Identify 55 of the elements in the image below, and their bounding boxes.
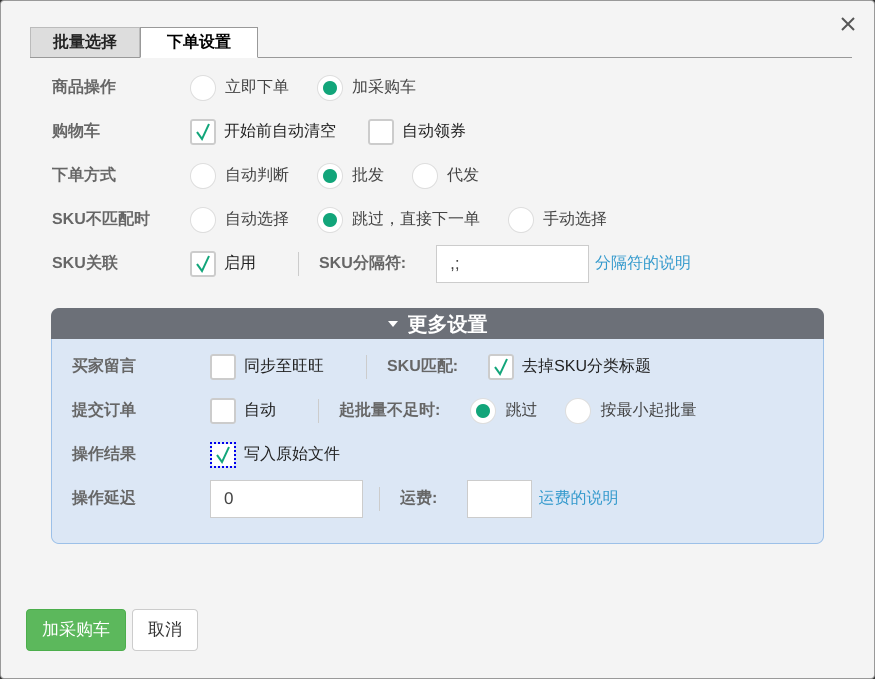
radio-button[interactable] <box>190 163 216 189</box>
row-label: 商品操作 <box>52 77 117 98</box>
radio-button[interactable] <box>317 207 343 233</box>
radio-button[interactable] <box>190 75 216 101</box>
option-label[interactable]: 批发 <box>352 164 384 188</box>
row-label: 操作结果 <box>72 444 137 465</box>
option-label[interactable]: 启用 <box>224 252 256 276</box>
checkbox[interactable] <box>190 251 216 277</box>
option-label[interactable]: 自动选择 <box>225 208 289 232</box>
option-label[interactable]: 去掉SKU分类标题 <box>522 355 652 379</box>
row-label: 操作延迟 <box>72 488 137 509</box>
radio-button[interactable] <box>317 163 343 189</box>
option-label[interactable]: 立即下单 <box>225 76 289 100</box>
row-label: 买家留言 <box>72 356 137 377</box>
caret-icon <box>388 320 398 326</box>
option-label[interactable]: 同步至旺旺 <box>244 355 324 379</box>
radio-button[interactable] <box>317 75 343 101</box>
row-label: 下单方式 <box>52 165 117 186</box>
option-label[interactable]: 跳过 <box>505 399 538 423</box>
radio-button[interactable] <box>190 207 216 233</box>
row-label: SKU不匹配时 <box>52 210 151 230</box>
checkbox[interactable] <box>488 354 514 380</box>
cancel-button[interactable]: 取消 <box>132 609 198 651</box>
tab[interactable]: 批量选择 <box>30 27 140 57</box>
option-label[interactable]: 跳过，直接下一单 <box>352 208 480 232</box>
input-field[interactable] <box>467 480 532 518</box>
option-label[interactable]: 手动选择 <box>543 208 607 232</box>
option-label[interactable]: 写入原始文件 <box>244 443 340 467</box>
field-label: 运费: <box>400 488 438 509</box>
section-header[interactable]: 更多设置 <box>51 308 824 339</box>
radio-button[interactable] <box>565 398 592 424</box>
field-label: SKU分隔符: <box>319 254 406 274</box>
option-label[interactable]: 加采购车 <box>352 76 416 100</box>
option-label[interactable]: 开始前自动清空 <box>224 120 336 144</box>
option-label[interactable]: 自动领券 <box>402 120 466 144</box>
row-label: SKU关联 <box>52 253 119 274</box>
radio-button[interactable] <box>508 207 534 233</box>
input-field[interactable]: 0 <box>210 480 363 518</box>
option-label[interactable]: 代发 <box>447 164 479 188</box>
option-label[interactable]: 自动 <box>244 399 276 423</box>
checkbox[interactable] <box>210 354 236 380</box>
row-label: 购物车 <box>52 121 101 142</box>
checkbox[interactable] <box>210 398 236 424</box>
input-field[interactable]: ,; <box>436 245 590 283</box>
field-label: SKU匹配: <box>387 357 458 377</box>
option-label[interactable]: 按最小起批量 <box>600 399 696 423</box>
checkbox[interactable] <box>190 119 216 145</box>
tab[interactable]: 下单设置 <box>140 27 258 58</box>
radio-button[interactable] <box>412 163 438 189</box>
radio-button[interactable] <box>470 398 496 424</box>
checkbox[interactable] <box>368 119 394 145</box>
close-icon[interactable] <box>839 15 857 33</box>
row-label: 提交订单 <box>72 400 137 421</box>
option-label[interactable]: 自动判断 <box>225 164 289 188</box>
field-label: 起批量不足时: <box>339 400 440 421</box>
